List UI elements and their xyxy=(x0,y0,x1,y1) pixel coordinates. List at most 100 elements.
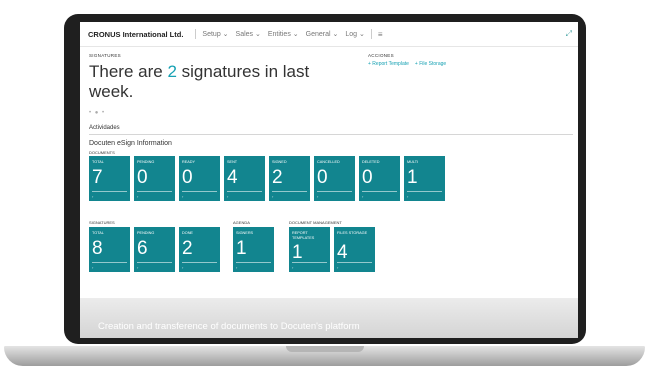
expand-icon[interactable]: ⤢ xyxy=(566,29,572,39)
tile-value: 0 xyxy=(137,167,148,188)
tile-divider xyxy=(137,191,172,192)
tile-label: MULTI xyxy=(407,160,419,164)
tile-signatures-pending[interactable]: PENDING 6 › xyxy=(134,227,175,272)
tile-divider xyxy=(292,262,327,263)
tile-signatures-total[interactable]: TOTAL 8 › xyxy=(89,227,130,272)
tile-documents-total[interactable]: TOTAL 7 › xyxy=(89,156,130,201)
tile-documents-deleted[interactable]: DELETED 0 › xyxy=(359,156,400,201)
tile-divider xyxy=(92,262,127,263)
headline-section-label: SIGNATURES xyxy=(89,53,121,58)
chevron-right-icon: › xyxy=(227,194,229,199)
tile-documents-multi[interactable]: MULTI 1 › xyxy=(404,156,445,201)
tile-files-storage[interactable]: FILES STORAGE 4 › xyxy=(334,227,375,272)
menu-sales[interactable]: Sales ⌄ xyxy=(236,30,261,38)
hamburger-icon[interactable]: ≡ xyxy=(378,30,383,39)
tile-value: 4 xyxy=(227,167,238,188)
document-management-label: DOCUMENT MANAGEMENT xyxy=(289,220,342,225)
tile-label: SIGNED xyxy=(272,160,287,164)
tile-label: PENDING xyxy=(137,160,155,164)
documents-label: DOCUMENTS xyxy=(89,150,115,155)
screen: CRONUS International Ltd. Setup ⌄ Sales … xyxy=(80,22,578,338)
signatures-label: SIGNATURES xyxy=(89,220,115,225)
tile-label: READY xyxy=(182,160,196,164)
tile-divider xyxy=(137,262,172,263)
activities-title: Actividades xyxy=(89,125,573,135)
tile-divider xyxy=(317,191,352,192)
tile-label: CANCELLED xyxy=(317,160,340,164)
tile-value: 6 xyxy=(137,238,148,259)
tile-value: 0 xyxy=(317,167,328,188)
tile-divider xyxy=(337,262,372,263)
tile-value: 4 xyxy=(337,242,348,263)
group-title[interactable]: Docuten eSign Information xyxy=(89,140,172,147)
actions-label: ACCIONES xyxy=(368,53,394,58)
headline-block: SIGNATURES There are 2 signatures in las… xyxy=(89,53,339,102)
chevron-right-icon: › xyxy=(182,194,184,199)
footer-banner: Creation and transference of documents t… xyxy=(80,298,578,338)
top-bar: CRONUS International Ltd. Setup ⌄ Sales … xyxy=(80,22,578,47)
laptop-notch xyxy=(286,346,364,352)
tile-label: SIGNERS xyxy=(236,231,254,235)
separator xyxy=(370,29,372,39)
tile-value: 0 xyxy=(182,167,193,188)
tile-value: 7 xyxy=(92,167,103,188)
tile-label: REPORT TEMPLATES xyxy=(292,231,315,240)
tile-divider xyxy=(227,191,262,192)
tile-documents-signed[interactable]: SIGNED 2 › xyxy=(269,156,310,201)
tile-documents-pending[interactable]: PENDING 0 › xyxy=(134,156,175,201)
tile-value: 8 xyxy=(92,238,103,259)
tile-label: TOTAL xyxy=(92,231,104,235)
headline: There are 2 signatures in last week. xyxy=(89,62,339,102)
actions-block: ACCIONES + Report Template + File Storag… xyxy=(368,53,446,67)
tile-value: 1 xyxy=(292,242,303,263)
agenda-label: AGENDA xyxy=(233,220,250,225)
chevron-right-icon: › xyxy=(362,194,364,199)
menu-general[interactable]: General ⌄ xyxy=(306,30,339,38)
chevron-right-icon: › xyxy=(92,194,94,199)
tile-label: DELETED xyxy=(362,160,380,164)
tile-label: DONE xyxy=(182,231,193,235)
chevron-right-icon: › xyxy=(92,265,94,270)
file-storage-link[interactable]: + File Storage xyxy=(415,61,446,67)
company-name[interactable]: CRONUS International Ltd. xyxy=(88,30,183,39)
tile-value: 2 xyxy=(182,238,193,259)
footer-text: Creation and transference of documents t… xyxy=(98,321,360,332)
tile-value: 1 xyxy=(236,238,247,259)
tile-label: SENT xyxy=(227,160,238,164)
tile-divider xyxy=(182,191,217,192)
tile-label: TOTAL xyxy=(92,160,104,164)
tile-divider xyxy=(362,191,397,192)
tile-signatures-done[interactable]: DONE 2 › xyxy=(179,227,220,272)
tile-value: 2 xyxy=(272,167,283,188)
chevron-right-icon: › xyxy=(317,194,319,199)
tile-divider xyxy=(182,262,217,263)
headline-count[interactable]: 2 xyxy=(167,62,176,81)
main-menu: Setup ⌄ Sales ⌄ Entities ⌄ General ⌄ Log… xyxy=(202,30,364,38)
chevron-right-icon: › xyxy=(337,265,339,270)
tile-divider xyxy=(236,262,271,263)
tile-documents-cancelled[interactable]: CANCELLED 0 › xyxy=(314,156,355,201)
tile-value: 1 xyxy=(407,167,418,188)
menu-setup[interactable]: Setup ⌄ xyxy=(202,30,228,38)
chevron-right-icon: › xyxy=(236,265,238,270)
chevron-right-icon: › xyxy=(407,194,409,199)
tile-report-templates[interactable]: REPORT TEMPLATES 1 › xyxy=(289,227,330,272)
tile-agenda-signers[interactable]: SIGNERS 1 › xyxy=(233,227,274,272)
tile-divider xyxy=(272,191,307,192)
separator xyxy=(195,29,197,39)
chevron-right-icon: › xyxy=(137,265,139,270)
chevron-right-icon: › xyxy=(137,194,139,199)
tile-divider xyxy=(92,191,127,192)
menu-log[interactable]: Log ⌄ xyxy=(345,30,365,38)
menu-entities[interactable]: Entities ⌄ xyxy=(268,30,299,38)
tile-label: FILES STORAGE xyxy=(337,231,368,235)
carousel-dots[interactable]: • ● • xyxy=(89,110,105,116)
tile-label: PENDING xyxy=(137,231,155,235)
tile-documents-ready[interactable]: READY 0 › xyxy=(179,156,220,201)
chevron-right-icon: › xyxy=(182,265,184,270)
headline-pre: There are xyxy=(89,62,168,81)
tile-documents-sent[interactable]: SENT 4 › xyxy=(224,156,265,201)
report-template-link[interactable]: + Report Template xyxy=(368,61,409,67)
tile-value: 0 xyxy=(362,167,373,188)
tile-divider xyxy=(407,191,442,192)
